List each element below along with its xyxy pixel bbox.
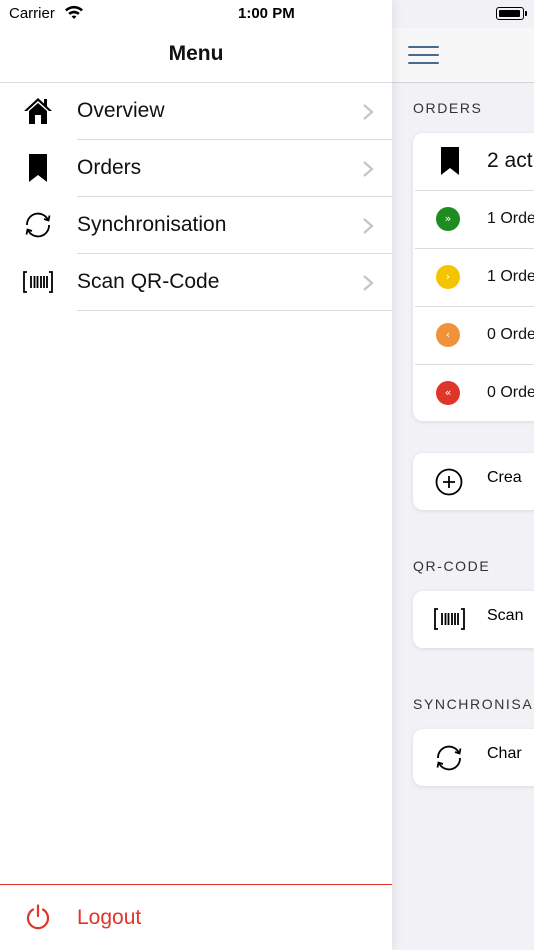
chevron-right-icon	[363, 218, 374, 234]
orders-card[interactable]: 2 act » 1 Orde › 1 Orde ‹ 0 Orde « 0 Ord…	[413, 133, 534, 421]
sync-label: Char	[487, 745, 522, 762]
chevron-up-icon: ‹	[436, 323, 460, 347]
wifi-icon	[65, 5, 83, 19]
chevron-right-icon	[363, 161, 374, 177]
priority-row-label: 0 Orde	[487, 384, 534, 401]
power-icon	[26, 904, 50, 930]
priority-row-label: 1 Orde	[487, 210, 534, 227]
chevron-right-icon	[363, 275, 374, 291]
priority-row-low[interactable]: » 1 Orde	[413, 191, 534, 248]
sync-icon	[25, 212, 51, 238]
menu-item-label: Synchronisation	[77, 213, 227, 236]
logout-button[interactable]: Logout	[0, 885, 392, 950]
scan-qr-label: Scan	[487, 607, 524, 624]
menu-item-orders[interactable]: Orders	[0, 140, 392, 197]
chevron-down-icon: ›	[436, 265, 460, 289]
orders-summary-row[interactable]: 2 act	[413, 133, 534, 190]
menu-item-scan-qr-code[interactable]: Scan QR-Code	[0, 254, 392, 311]
plus-circle-icon	[435, 468, 463, 496]
menu-item-label: Overview	[77, 99, 165, 122]
sync-icon	[436, 745, 462, 771]
double-chevron-up-icon: «	[436, 381, 460, 405]
orders-section-header: ORDERS	[413, 100, 483, 116]
priority-row-normal[interactable]: › 1 Orde	[413, 249, 534, 306]
create-order-button[interactable]: Crea	[413, 453, 534, 510]
menu-item-label: Orders	[77, 156, 142, 179]
menu-item-overview[interactable]: Overview	[0, 83, 392, 140]
home-icon	[24, 98, 52, 124]
priority-row-urgent[interactable]: « 0 Orde	[413, 365, 534, 421]
bookmark-icon	[29, 154, 47, 182]
priority-row-label: 1 Orde	[487, 268, 534, 285]
divider	[77, 310, 392, 311]
menu-item-label: Scan QR-Code	[77, 270, 220, 293]
side-drawer: Menu Overview Orders Synchronisation Sca…	[0, 0, 392, 950]
drawer-title: Menu	[168, 42, 224, 65]
orders-summary-label: 2 act	[487, 149, 533, 172]
battery-icon	[496, 7, 524, 20]
scan-qr-button[interactable]: Scan	[413, 591, 534, 648]
priority-row-label: 0 Orde	[487, 326, 534, 343]
sync-section-header: SYNCHRONISA	[413, 696, 534, 712]
priority-row-high[interactable]: ‹ 0 Orde	[413, 307, 534, 364]
chevron-right-icon	[363, 104, 374, 120]
carrier-label: Carrier	[9, 5, 55, 22]
hamburger-menu-icon[interactable]	[408, 44, 439, 65]
logout-label: Logout	[77, 906, 142, 929]
qr-section-header: QR-CODE	[413, 558, 491, 574]
barcode-icon	[434, 608, 465, 630]
create-order-label: Crea	[487, 469, 522, 486]
bookmark-icon	[441, 147, 459, 175]
double-chevron-down-icon: »	[436, 207, 460, 231]
clock: 1:00 PM	[238, 5, 295, 22]
barcode-icon	[23, 271, 53, 293]
menu-item-synchronisation[interactable]: Synchronisation	[0, 197, 392, 254]
status-bar: Carrier 1:00 PM	[0, 0, 534, 28]
battery-tip	[525, 11, 527, 16]
sync-button[interactable]: Char	[413, 729, 534, 786]
